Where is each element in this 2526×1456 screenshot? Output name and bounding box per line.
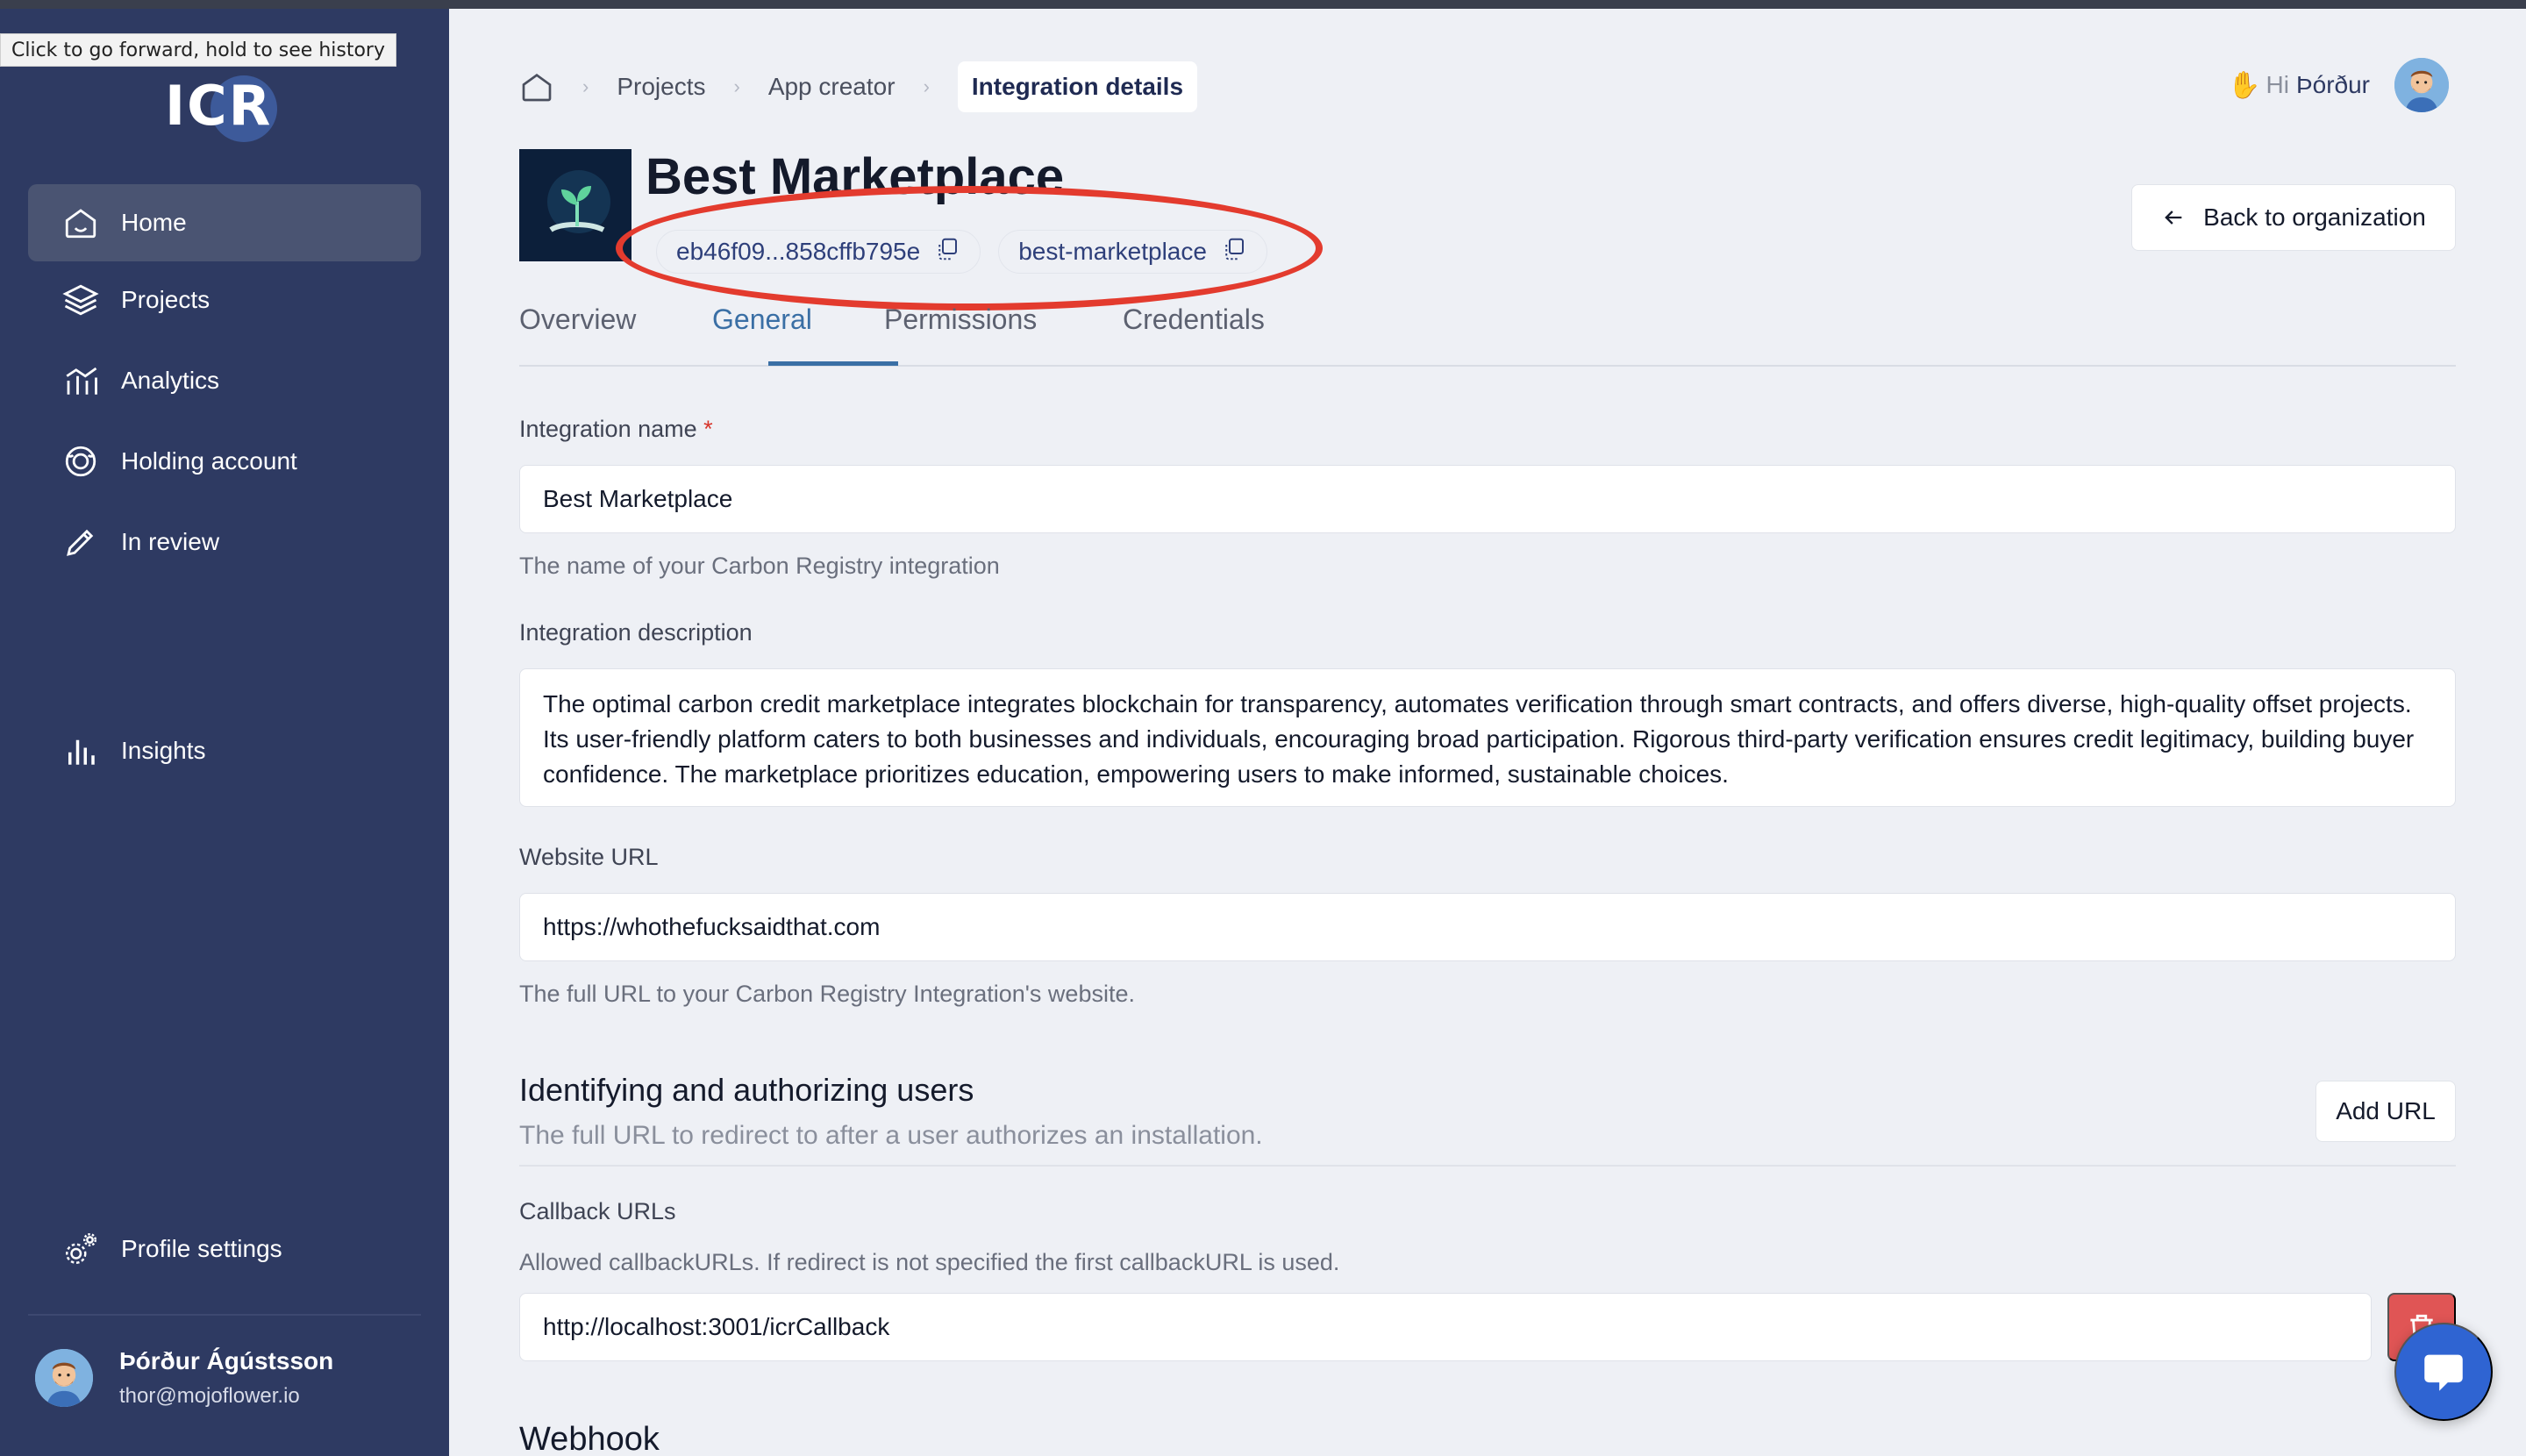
breadcrumb-projects[interactable]: Projects (617, 73, 705, 101)
sidebar-item-label: Insights (121, 737, 206, 764)
analytics-icon (61, 361, 100, 400)
user-profile[interactable]: Þórður Ágústsson thor@mojoflower.io (35, 1347, 333, 1409)
sidebar-item-holding-account[interactable]: Holding account (28, 423, 421, 500)
required-marker: * (703, 416, 713, 442)
user-greeting[interactable]: ✋ Hi Þórður (2228, 58, 2449, 112)
integration-name-input[interactable]: Best Marketplace (519, 465, 2456, 533)
home-icon (61, 203, 100, 242)
sidebar-item-label: In review (121, 528, 220, 555)
integration-description-label: Integration description (519, 619, 753, 646)
sidebar-item-label: Profile settings (121, 1235, 282, 1262)
sidebar-item-home[interactable]: Home (28, 184, 421, 261)
tab-general[interactable]: General (712, 303, 812, 336)
logo-text: ICR (165, 74, 273, 138)
sidebar-item-insights[interactable]: Insights (28, 712, 421, 789)
sidebar-item-analytics[interactable]: Analytics (28, 342, 421, 419)
breadcrumb-separator: › (923, 75, 930, 97)
home-icon[interactable] (519, 69, 554, 104)
sidebar-item-in-review[interactable]: In review (28, 503, 421, 581)
website-url-label: Website URL (519, 844, 659, 870)
integration-thumbnail (519, 149, 632, 261)
tab-bar: Overview General Permissions Credentials (519, 298, 2456, 367)
browser-tooltip: Click to go forward, hold to see history (0, 33, 396, 67)
main-content: › Projects › App creator › Integration d… (449, 0, 2526, 1456)
greeting-hi: Hi (2266, 71, 2289, 98)
user-name: Þórður Ágústsson (119, 1347, 334, 1374)
active-tab-indicator (768, 361, 898, 366)
bar-chart-icon (61, 732, 100, 770)
pencil-icon (61, 523, 100, 561)
chat-support-button[interactable] (2394, 1323, 2493, 1421)
integration-description-textarea[interactable]: The optimal carbon credit marketplace in… (519, 668, 2456, 807)
greeting-name: Þórður (2295, 71, 2370, 98)
callback-urls-label: Callback URLs (519, 1198, 676, 1224)
sidebar-item-label: Holding account (121, 447, 297, 475)
add-url-button[interactable]: Add URL (2316, 1081, 2456, 1142)
chat-bubble-icon (2424, 1354, 2463, 1391)
tab-credentials[interactable]: Credentials (1123, 303, 1265, 336)
avatar (35, 1349, 93, 1407)
tab-overview[interactable]: Overview (519, 303, 636, 336)
website-url-hint: The full URL to your Carbon Registry Int… (519, 981, 1135, 1007)
integration-name-label-text: Integration name (519, 416, 697, 442)
tab-permissions[interactable]: Permissions (884, 303, 1037, 336)
sidebar-item-profile-settings[interactable]: Profile settings (28, 1210, 421, 1288)
sidebar-divider (28, 1314, 421, 1316)
user-email: thor@mojoflower.io (119, 1384, 300, 1408)
webhook-section-title: Webhook (519, 1421, 660, 1456)
back-to-organization-button[interactable]: Back to organization (2131, 184, 2456, 251)
arrow-left-icon (2165, 211, 2182, 225)
sidebar-item-label: Home (121, 209, 187, 236)
breadcrumb-app-creator[interactable]: App creator (768, 73, 896, 101)
annotation-ellipse (616, 186, 1323, 310)
holding-icon (61, 442, 100, 481)
sidebar-item-projects[interactable]: Projects (28, 261, 421, 339)
avatar (2394, 58, 2449, 112)
breadcrumb-separator: › (733, 75, 740, 97)
sidebar: Click to go forward, hold to see history… (0, 0, 449, 1456)
callback-urls-hint: Allowed callbackURLs. If redirect is not… (519, 1249, 1340, 1275)
breadcrumb-separator: › (582, 75, 589, 97)
auth-section-subtitle: The full URL to redirect to after a user… (519, 1121, 1263, 1150)
wave-icon: ✋ (2228, 70, 2261, 100)
sidebar-item-label: Projects (121, 286, 210, 313)
browser-top-strip (0, 0, 2526, 9)
section-divider (519, 1165, 2456, 1167)
back-button-label: Back to organization (2203, 203, 2426, 231)
layers-icon (61, 281, 100, 319)
integration-name-label: Integration name * (519, 416, 713, 443)
sidebar-item-label: Analytics (121, 367, 220, 394)
breadcrumb-integration-details[interactable]: Integration details (957, 61, 1198, 112)
callback-url-input[interactable]: http://localhost:3001/icrCallback (519, 1293, 2372, 1361)
gears-icon (61, 1230, 100, 1268)
icr-logo[interactable]: ICR (165, 72, 284, 142)
integration-name-hint: The name of your Carbon Registry integra… (519, 553, 1000, 579)
website-url-input[interactable]: https://whothefucksaidthat.com (519, 893, 2456, 961)
auth-section-title: Identifying and authorizing users (519, 1072, 974, 1108)
breadcrumb: › Projects › App creator › Integration d… (519, 61, 1198, 112)
